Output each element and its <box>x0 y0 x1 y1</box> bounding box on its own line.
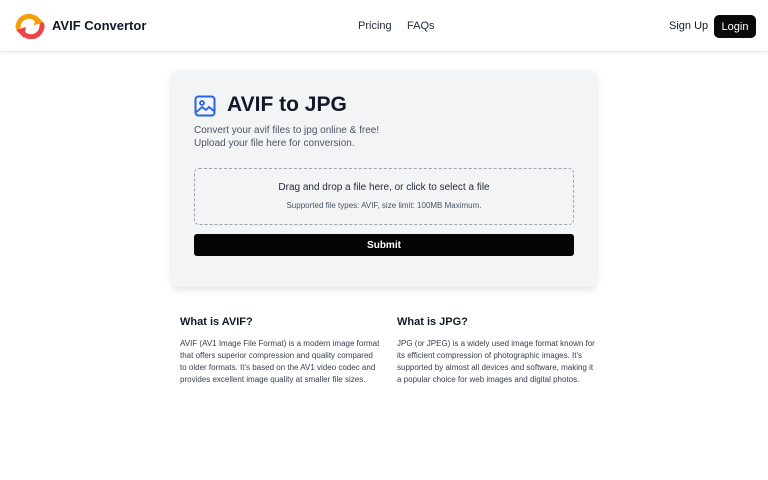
description-line-2: Upload your file here for conversion. <box>194 138 355 149</box>
description-line-1: Convert your avif files to jpg online & … <box>194 125 380 136</box>
brand-name[interactable]: AVIF Convertor <box>52 18 146 33</box>
info-jpg: What is JPG? JPG (or JPEG) is a widely u… <box>397 316 597 386</box>
submit-button[interactable]: Submit <box>194 234 574 256</box>
nav-pricing-link[interactable]: Pricing <box>358 20 392 32</box>
top-navbar: AVIF Convertor Pricing FAQs Sign Up Logi… <box>0 0 768 52</box>
info-avif-heading: What is AVIF? <box>180 316 253 328</box>
info-jpg-text: JPG (or JPEG) is a widely used image for… <box>397 339 595 384</box>
dropzone-instruction: Drag and drop a file here, or click to s… <box>278 182 490 193</box>
logo-icon[interactable] <box>14 13 46 39</box>
dropzone-supported-types: Supported file types: AVIF, size limit: … <box>286 201 482 210</box>
info-avif: What is AVIF? AVIF (AV1 Image File Forma… <box>180 316 380 386</box>
image-icon <box>194 95 216 117</box>
info-jpg-heading: What is JPG? <box>397 316 468 328</box>
converter-card: AVIF to JPG Convert your avif files to j… <box>172 71 596 287</box>
page-title: AVIF to JPG <box>227 93 347 116</box>
file-dropzone[interactable]: Drag and drop a file here, or click to s… <box>194 168 574 225</box>
login-button[interactable]: Login <box>714 15 756 38</box>
info-avif-text: AVIF (AV1 Image File Format) is a modern… <box>180 339 380 384</box>
signup-link[interactable]: Sign Up <box>669 20 708 32</box>
nav-faqs-link[interactable]: FAQs <box>407 20 435 32</box>
